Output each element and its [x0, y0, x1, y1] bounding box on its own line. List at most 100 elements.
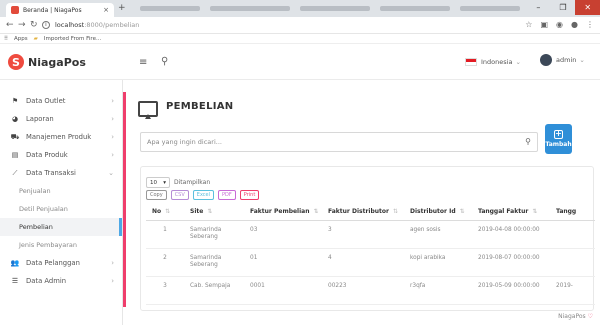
page-length-value: 10	[150, 179, 157, 186]
column-header-site[interactable]: Site ⇅	[184, 203, 244, 221]
sidebar-item-laporan[interactable]: ◕ Laporan ›	[0, 110, 122, 128]
tab-close-icon[interactable]: ×	[103, 6, 109, 14]
profile-icon[interactable]: ●	[571, 20, 578, 29]
url-host: localhost	[55, 21, 85, 29]
cell-site: Samarinda Seberang	[184, 220, 244, 249]
maximize-button[interactable]: ❐	[551, 0, 576, 15]
reload-icon[interactable]: ↻	[30, 20, 38, 30]
table-row[interactable]: 1 Samarinda Seberang 03 3 agen sosis 201…	[146, 220, 595, 249]
add-button[interactable]: + Tambah	[545, 124, 572, 154]
user-menu[interactable]: admin ⌄	[540, 54, 585, 66]
column-header-distributor-id[interactable]: Distributor Id ⇅	[404, 203, 472, 221]
page-length-label: Ditampilkan	[174, 179, 211, 186]
export-buttons: Copy CSV Excel PDF Print	[146, 190, 260, 200]
language-selector[interactable]: Indonesia ⌄	[465, 58, 521, 66]
url-path: :8000/pembelian	[84, 21, 140, 29]
browser-tab[interactable]: Beranda | NiagaPos ×	[6, 3, 114, 17]
sidebar-item-label: Data Pelanggan	[26, 259, 80, 267]
menu-icon[interactable]: ⋮	[586, 20, 594, 29]
back-icon[interactable]: ←	[6, 20, 14, 30]
search-input[interactable]: Apa yang ingin dicari... ⚲	[140, 132, 538, 152]
column-header-faktur-pembelian[interactable]: Faktur Pembelian ⇅	[244, 203, 322, 221]
column-header-tanggal-faktur[interactable]: Tanggal Faktur ⇅	[472, 203, 550, 221]
add-button-label: Tambah	[545, 141, 572, 148]
close-window-button[interactable]: ✕	[575, 0, 600, 15]
sidebar-item-label: Data Outlet	[26, 97, 66, 105]
sidebar-item-label: Laporan	[26, 115, 54, 123]
blurred-tab[interactable]	[140, 6, 200, 11]
bookmarks-bar: ⠿ Apps ▰ Imported From Fire...	[0, 34, 600, 44]
column-header-no[interactable]: No ⇅	[146, 203, 184, 221]
blurred-tab[interactable]	[380, 6, 450, 11]
print-button[interactable]: Print	[239, 190, 260, 200]
sidebar-item-label: Data Transaksi	[26, 169, 76, 177]
cell-faktur-pembelian: 03	[244, 220, 322, 249]
page-title: PEMBELIAN	[166, 100, 234, 112]
folder-icon: ▰	[33, 35, 38, 42]
table-row[interactable]: 3 Cab. Sempaja 0001 00223 r3qfa 2019-05-…	[146, 276, 595, 305]
sidebar-item-manajemen-produk[interactable]: ⛟ Manajemen Produk ›	[0, 128, 122, 146]
cell-tanggal: 2019-	[550, 276, 595, 305]
footer: NiagaPos ♡	[123, 313, 600, 320]
copy-button[interactable]: Copy	[146, 190, 167, 200]
bookmark-imported[interactable]: Imported From Fire...	[44, 36, 101, 42]
app-header: S NiagaPos ≡ ⚲ Indonesia ⌄ admin ⌄	[0, 44, 600, 80]
accent-bar	[123, 92, 126, 307]
column-header-tanggal[interactable]: Tangg	[550, 203, 595, 221]
site-info-icon[interactable]: i	[42, 21, 50, 29]
cell-faktur-distributor: 4	[322, 248, 404, 277]
cell-faktur-pembelian: 0001	[244, 276, 322, 305]
blurred-tab[interactable]	[210, 6, 290, 11]
users-icon: 👥	[10, 259, 20, 267]
list-icon: ☰	[11, 277, 19, 285]
search-placeholder: Apa yang ingin dicari...	[147, 138, 222, 146]
chart-pie-icon: ◕	[11, 115, 19, 123]
user-name: admin	[556, 56, 577, 64]
window-controls: – ❐ ✕	[526, 0, 600, 15]
sidebar-subitem-jenis-pembayaran[interactable]: Jenis Pembayaran	[0, 236, 122, 254]
sidebar-item-data-produk[interactable]: ▤ Data Produk ›	[0, 146, 122, 164]
language-label: Indonesia	[481, 58, 513, 66]
search-icon[interactable]: ⚲	[161, 56, 168, 67]
menu-toggle-icon[interactable]: ≡	[139, 57, 147, 68]
sidebar-item-data-admin[interactable]: ☰ Data Admin ›	[0, 272, 122, 290]
new-tab-button[interactable]: +	[118, 3, 126, 13]
blurred-tab[interactable]	[300, 6, 370, 11]
chevron-right-icon: ›	[111, 277, 114, 285]
bookmark-apps[interactable]: Apps	[14, 36, 28, 42]
extension-icon[interactable]: ▣	[540, 20, 548, 29]
cell-tanggal	[550, 220, 595, 249]
heart-icon: ♡	[587, 313, 593, 320]
cell-tanggal-faktur: 2019-05-09 00:00:00	[472, 276, 550, 305]
excel-button[interactable]: Excel	[192, 190, 215, 200]
cell-faktur-pembelian: 01	[244, 248, 322, 277]
chevron-right-icon: ›	[111, 259, 114, 267]
pdf-button[interactable]: PDF	[218, 190, 236, 200]
extension-icon[interactable]: ◉	[556, 20, 563, 29]
forward-icon[interactable]: →	[18, 20, 26, 30]
sidebar-item-data-pelanggan[interactable]: 👥 Data Pelanggan ›	[0, 254, 122, 272]
browser-tabbar: Beranda | NiagaPos × + – ❐ ✕	[0, 0, 600, 17]
apps-icon[interactable]: ⠿	[4, 36, 8, 42]
cell-distributor-id: agen sosis	[404, 220, 472, 249]
purchases-table: No ⇅ Site ⇅ Faktur Pembelian ⇅ Faktur Distr…	[146, 203, 595, 305]
search-icon[interactable]: ⚲	[525, 137, 531, 146]
blurred-tab[interactable]	[460, 6, 520, 11]
sidebar-subitem-pembelian[interactable]: Pembelian	[0, 218, 122, 236]
table-header-row: No ⇅ Site ⇅ Faktur Pembelian ⇅ Faktur Distr…	[146, 203, 595, 221]
cart-icon: ⛟	[10, 132, 20, 141]
csv-button[interactable]: CSV	[170, 190, 189, 200]
minimize-button[interactable]: –	[526, 0, 551, 15]
sidebar-subitem-penjualan[interactable]: Penjualan	[0, 182, 122, 200]
sidebar-item-data-outlet[interactable]: ⚑ Data Outlet ›	[0, 92, 122, 110]
page-length-select[interactable]: 10 ▾	[146, 177, 170, 188]
sidebar-item-data-transaksi[interactable]: ⟋ Data Transaksi ⌄	[0, 164, 122, 182]
column-header-faktur-distributor[interactable]: Faktur Distributor ⇅	[322, 203, 404, 221]
box-icon: ▤	[11, 151, 19, 159]
table-row[interactable]: 2 Samarinda Seberang 01 4 kopi arabika 2…	[146, 248, 595, 277]
star-icon[interactable]: ☆	[525, 20, 532, 29]
sidebar-subitem-detil-penjualan[interactable]: Detil Penjualan	[0, 200, 122, 218]
plus-icon: +	[554, 129, 563, 139]
logo[interactable]: S NiagaPos	[8, 54, 86, 70]
url-field[interactable]: i localhost :8000/pembelian	[42, 19, 512, 31]
